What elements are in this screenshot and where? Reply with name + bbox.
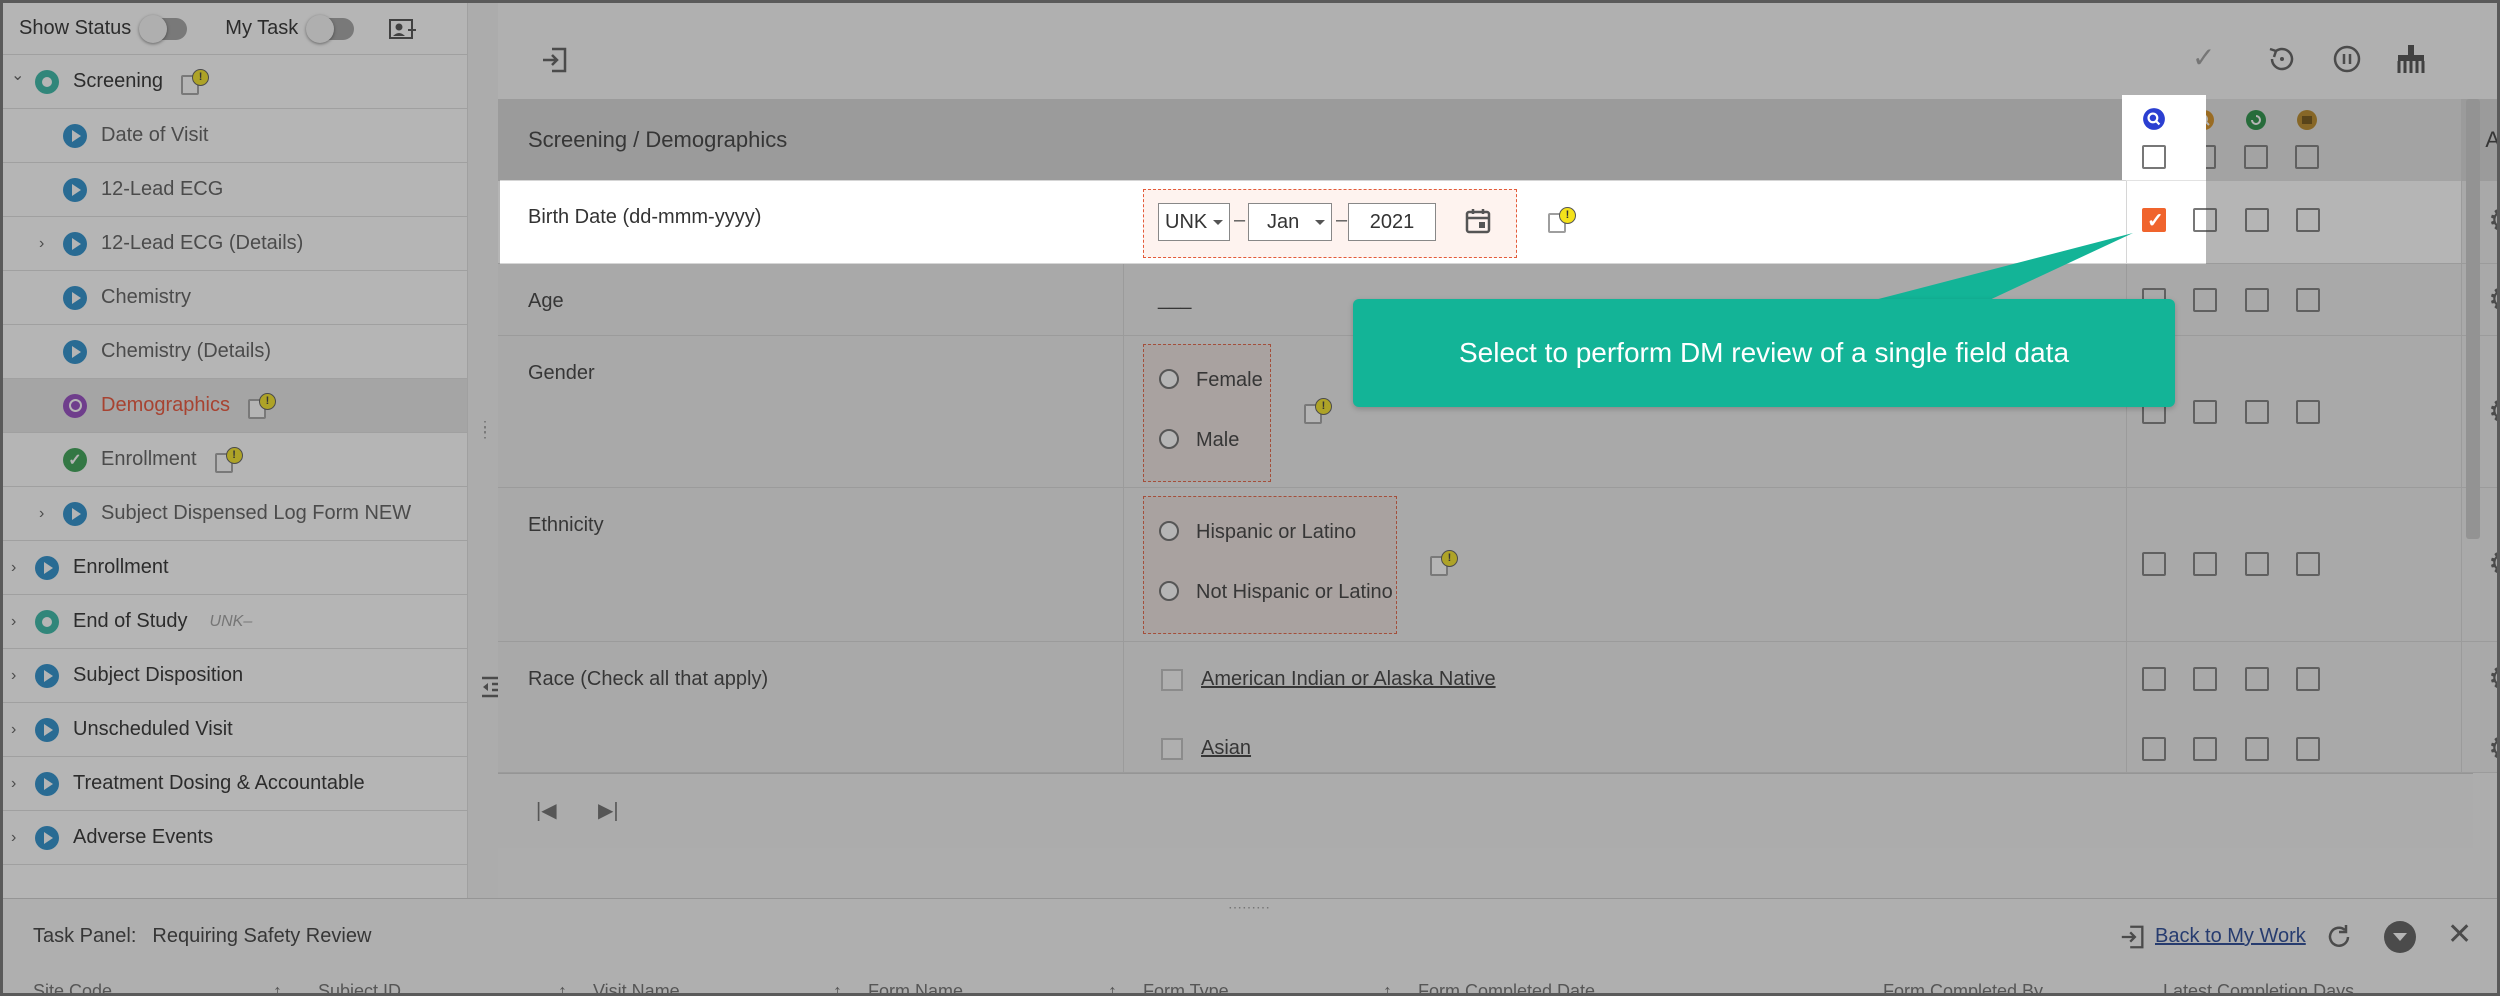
dm-review-all-checkbox[interactable]	[2142, 145, 2166, 169]
app-frame: Show Status My Task ⌄ Screening! Date of V…	[0, 0, 2500, 996]
birth-day-select[interactable]: UNK	[1158, 203, 1230, 241]
birth-month-value: Jan	[1267, 210, 1300, 233]
callout-pointer	[1863, 233, 2133, 303]
spotlight-review-header	[2122, 95, 2206, 180]
tour-callout: Select to perform DM review of a single …	[1353, 299, 2175, 407]
date-separator: –	[1234, 209, 1246, 231]
tour-overlay	[3, 180, 500, 264]
calendar-icon[interactable]	[1464, 207, 1492, 235]
birth-date-label: Birth Date (dd-mmm-yyyy)	[528, 206, 762, 228]
birth-month-select[interactable]: Jan	[1248, 203, 1332, 241]
dm-review-icon[interactable]	[2142, 107, 2166, 131]
dm-review-checkbox[interactable]	[2142, 208, 2166, 233]
date-separator: –	[1336, 209, 1348, 231]
tour-overlay	[2206, 180, 2497, 264]
query-warning-icon[interactable]: !	[1548, 207, 1576, 233]
birth-year-input[interactable]: 2021	[1348, 203, 1436, 241]
chevron-down-icon	[1315, 220, 1325, 225]
birth-day-value: UNK	[1165, 210, 1208, 233]
chevron-down-icon	[1213, 220, 1223, 225]
